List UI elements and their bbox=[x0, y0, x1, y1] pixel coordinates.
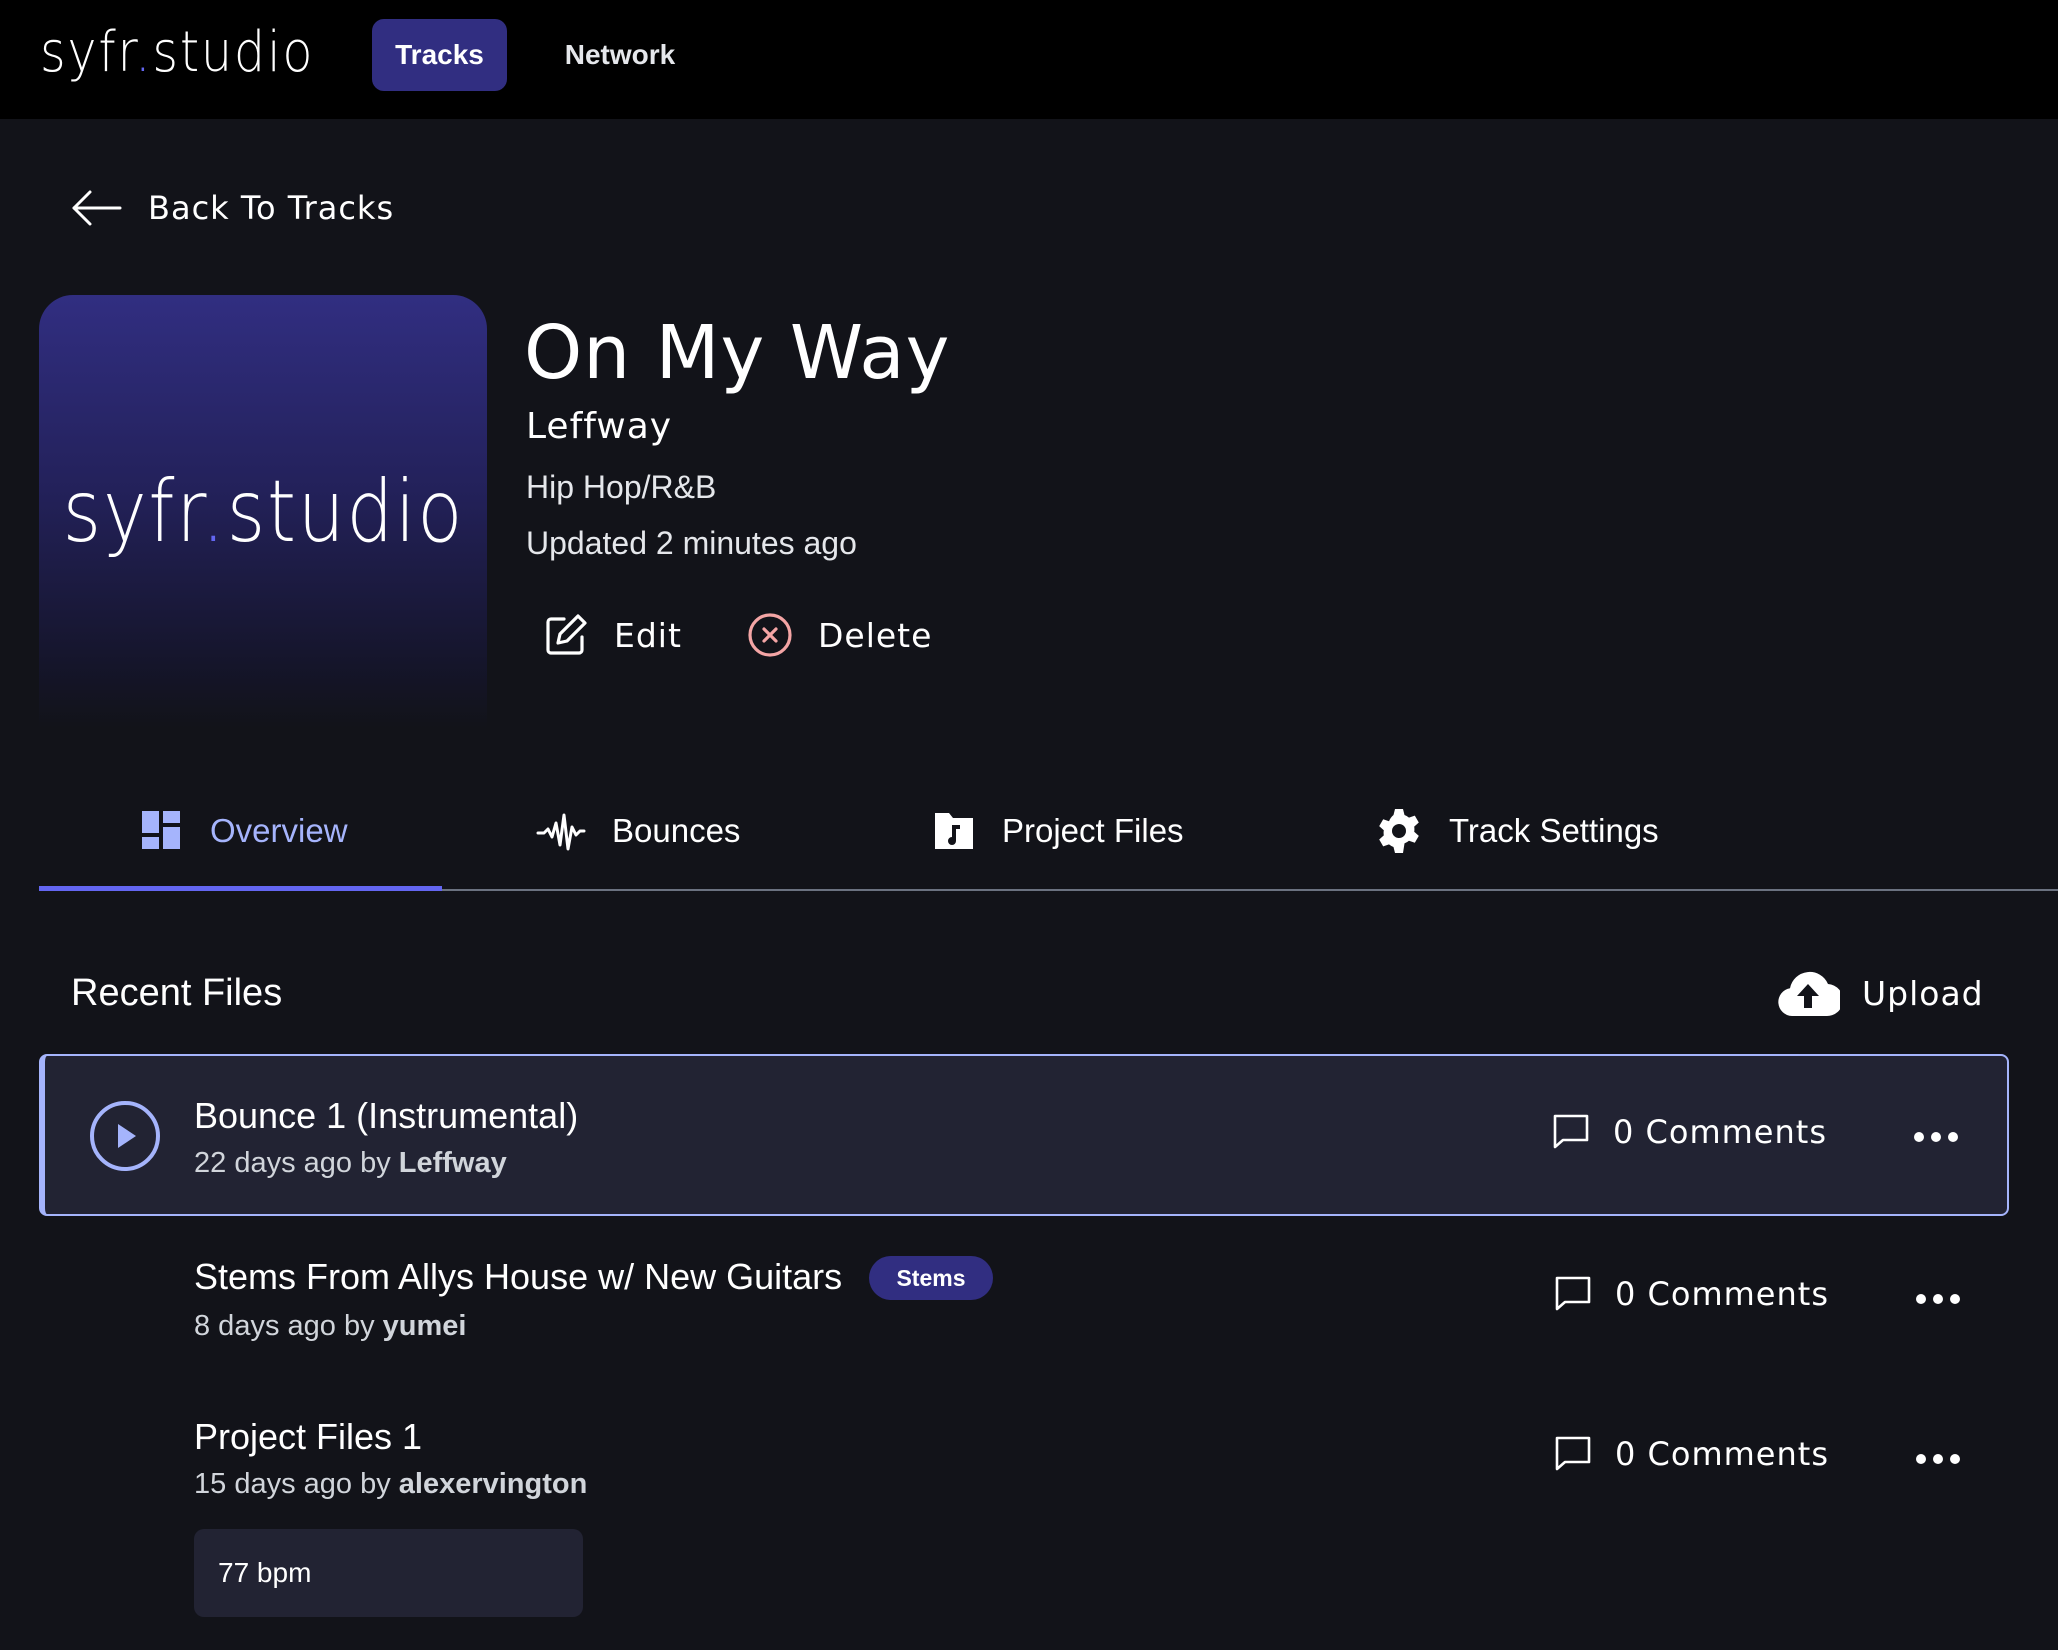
tab-overview[interactable]: Overview bbox=[140, 806, 348, 856]
comment-icon bbox=[1555, 1276, 1591, 1311]
file-author: alexervington bbox=[398, 1468, 588, 1500]
cloud-upload-icon bbox=[1778, 971, 1840, 1017]
file-age: 22 days ago by bbox=[194, 1147, 391, 1179]
upload-label: Upload bbox=[1862, 973, 1984, 1013]
delete-label: Delete bbox=[818, 615, 933, 655]
more-options-button[interactable] bbox=[1916, 1452, 1960, 1466]
file-author: yumei bbox=[382, 1310, 467, 1342]
logo-suffix: studio bbox=[152, 20, 315, 85]
dot bbox=[1916, 1294, 1926, 1304]
file-meta: 15 days ago by alexervington bbox=[194, 1466, 587, 1502]
edit-label: Edit bbox=[614, 615, 682, 655]
dot bbox=[1916, 1454, 1926, 1464]
artwork-logo-prefix: syfr bbox=[62, 461, 202, 562]
arrow-left-icon bbox=[72, 190, 122, 226]
logo-prefix: syfr bbox=[40, 20, 135, 85]
comment-icon bbox=[1553, 1114, 1589, 1149]
dot bbox=[1933, 1294, 1943, 1304]
play-button-icon[interactable] bbox=[89, 1100, 161, 1172]
track-title: On My Way bbox=[524, 310, 951, 396]
waveform-icon bbox=[536, 813, 586, 851]
file-age: 15 days ago by bbox=[194, 1468, 391, 1500]
track-artist[interactable]: Leffway bbox=[526, 405, 672, 449]
dot bbox=[1931, 1132, 1941, 1142]
tab-track-settings-label: Track Settings bbox=[1449, 812, 1659, 849]
comments-link[interactable]: 0 Comments bbox=[1553, 1274, 1829, 1314]
nav-tracks[interactable]: Tracks bbox=[372, 19, 507, 91]
file-author: Leffway bbox=[398, 1147, 507, 1179]
tab-project-files[interactable]: Project Files bbox=[932, 806, 1184, 856]
comments-count: 0 Comments bbox=[1613, 1113, 1827, 1151]
dot bbox=[1933, 1454, 1943, 1464]
file-title[interactable]: Stems From Allys House w/ New Guitars bbox=[194, 1255, 842, 1299]
stems-badge: Stems bbox=[869, 1256, 993, 1300]
bpm-tag: 77 bpm bbox=[194, 1529, 583, 1617]
comments-link[interactable]: 0 Comments bbox=[1551, 1112, 1827, 1152]
artwork-logo-suffix: studio bbox=[226, 461, 464, 562]
app-logo[interactable]: syfr.studio bbox=[40, 18, 314, 88]
nav-network[interactable]: Network bbox=[540, 19, 700, 91]
tab-bounces-label: Bounces bbox=[612, 812, 741, 849]
tab-track-settings[interactable]: Track Settings bbox=[1375, 806, 1659, 856]
back-to-tracks-label: Back To Tracks bbox=[148, 189, 395, 227]
dot bbox=[1914, 1132, 1924, 1142]
active-tab-indicator bbox=[39, 886, 442, 891]
recent-files-heading: Recent Files bbox=[71, 972, 283, 1014]
tab-bounces[interactable]: Bounces bbox=[536, 806, 740, 856]
edit-button[interactable]: Edit bbox=[542, 610, 682, 660]
upload-button[interactable]: Upload bbox=[1776, 966, 1984, 1020]
dot bbox=[1950, 1294, 1960, 1304]
edit-icon bbox=[546, 614, 587, 655]
track-genre: Hip Hop/R&B bbox=[526, 469, 717, 505]
track-updated: Updated 2 minutes ago bbox=[526, 525, 857, 561]
dashboard-icon bbox=[142, 811, 180, 849]
more-options-button[interactable] bbox=[1916, 1292, 1960, 1306]
comments-count: 0 Comments bbox=[1615, 1435, 1829, 1473]
track-artwork: syfr.studio bbox=[39, 295, 487, 728]
more-options-button[interactable] bbox=[1914, 1130, 1958, 1144]
logo-dot: . bbox=[134, 20, 153, 85]
back-to-tracks-link[interactable]: Back To Tracks bbox=[70, 183, 394, 233]
tab-project-files-label: Project Files bbox=[1002, 812, 1184, 849]
file-title[interactable]: Bounce 1 (Instrumental) bbox=[194, 1094, 578, 1138]
tab-overview-label: Overview bbox=[210, 812, 348, 849]
artwork-logo: syfr.studio bbox=[62, 462, 464, 562]
top-nav-bar: syfr.studio Tracks Network bbox=[0, 0, 2058, 119]
file-title[interactable]: Project Files 1 bbox=[194, 1415, 422, 1459]
comments-link[interactable]: 0 Comments bbox=[1553, 1434, 1829, 1474]
file-meta: 22 days ago by Leffway bbox=[194, 1145, 507, 1181]
gear-icon bbox=[1379, 809, 1419, 853]
dot bbox=[1948, 1132, 1958, 1142]
comments-count: 0 Comments bbox=[1615, 1275, 1829, 1313]
music-folder-icon bbox=[935, 813, 973, 849]
comment-icon bbox=[1555, 1436, 1591, 1471]
artwork-logo-dot: . bbox=[201, 461, 227, 562]
file-age: 8 days ago by bbox=[194, 1310, 375, 1342]
circle-x-icon bbox=[748, 613, 792, 657]
delete-button[interactable]: Delete bbox=[746, 610, 932, 660]
file-meta: 8 days ago by yumei bbox=[194, 1308, 466, 1344]
dot bbox=[1950, 1454, 1960, 1464]
